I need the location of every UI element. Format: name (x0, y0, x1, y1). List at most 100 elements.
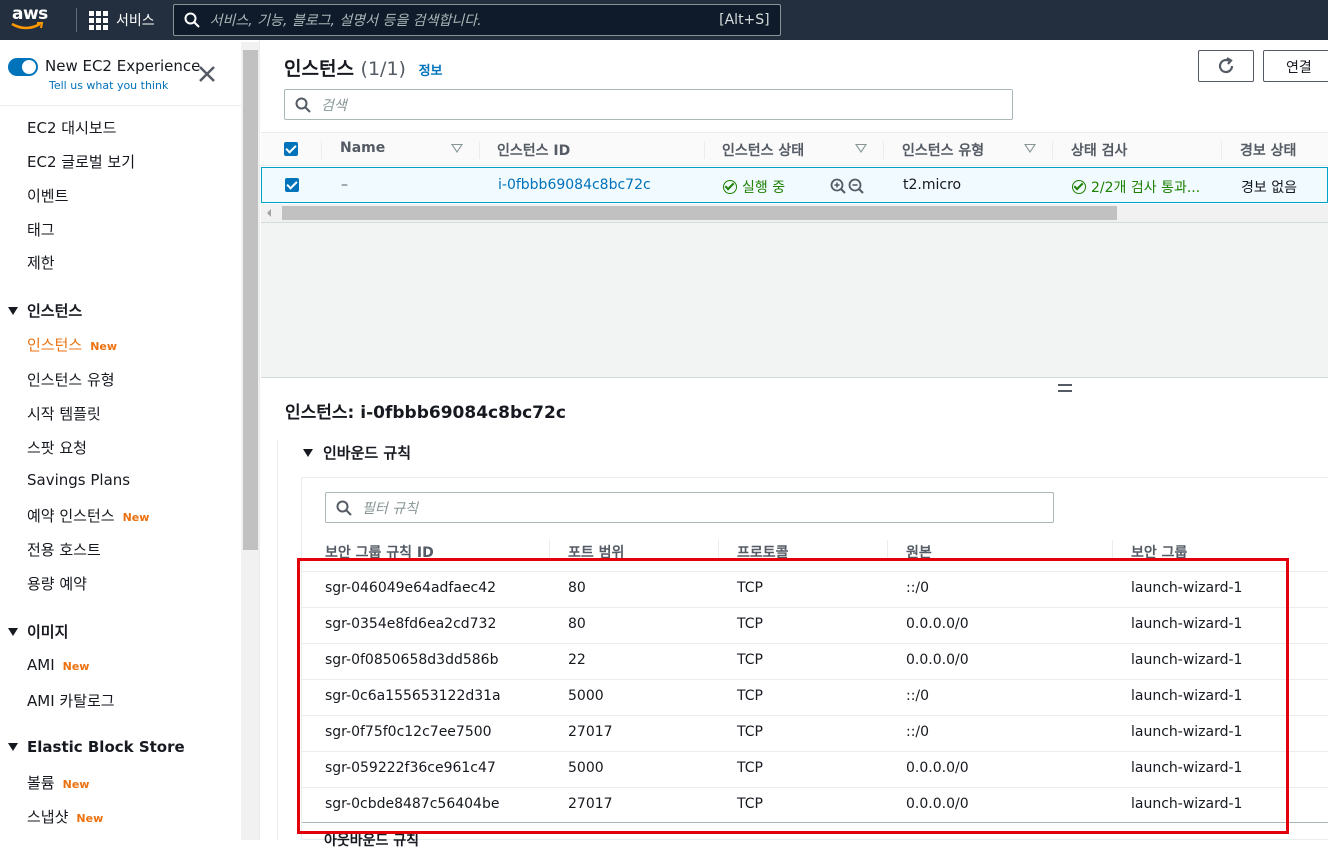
sidebar-item-events[interactable]: 이벤트 (27, 185, 68, 206)
sort-icon[interactable] (1024, 144, 1036, 153)
instance-id-link[interactable]: i-0fbbb69084c8bc72c (498, 177, 651, 193)
status-check-label: 2/2개 검사 통과... (1091, 180, 1201, 196)
sidebar: New EC2 Experience Tell us what you thin… (0, 40, 260, 840)
column-header-source[interactable]: 원본 (906, 542, 932, 562)
column-header-security-group[interactable]: 보안 그룹 (1131, 542, 1187, 562)
rule-id: sgr-0354e8fd6ea2cd732 (325, 616, 497, 632)
column-header-protocol[interactable]: 프로토콜 (737, 542, 789, 562)
protocol: TCP (737, 796, 763, 812)
port-range: 22 (568, 652, 586, 668)
row-checkbox[interactable] (285, 178, 299, 192)
sidebar-item-ami-catalog[interactable]: AMI 카탈로그 (27, 690, 115, 711)
new-experience-toggle[interactable] (8, 58, 38, 76)
instance-search-input[interactable]: 검색 (284, 89, 1013, 120)
resize-handle-icon[interactable] (1058, 384, 1072, 392)
topbar-divider (76, 8, 77, 32)
sidebar-item-instances[interactable]: 인스턴스 New (27, 334, 117, 355)
caret-down-icon (8, 627, 18, 636)
rule-id: sgr-0f75f0c12c7ee7500 (325, 724, 492, 740)
new-experience-panel: New EC2 Experience Tell us what you thin… (0, 40, 241, 106)
security-group: launch-wizard-1 (1131, 796, 1243, 812)
instance-state: 실행 중 (723, 177, 785, 197)
column-header-status-check[interactable]: 상태 검사 (1071, 140, 1127, 160)
sidebar-scrollbar[interactable] (241, 42, 259, 840)
aws-logo[interactable]: aws (10, 0, 68, 40)
new-badge: New (62, 660, 90, 673)
caret-down-icon (8, 306, 18, 315)
sidebar-item-limits[interactable]: 제한 (27, 252, 55, 273)
sidebar-item-launch-templates[interactable]: 시작 템플릿 (27, 403, 101, 424)
column-header-alarm[interactable]: 경보 상태 (1240, 140, 1296, 160)
port-range: 5000 (568, 688, 604, 704)
new-badge: New (90, 340, 118, 353)
global-search-input[interactable]: 서비스, 기능, 블로그, 설명서 등을 검색합니다. [Alt+S] (172, 4, 781, 36)
new-badge: New (62, 778, 90, 791)
column-header-state[interactable]: 인스턴스 상태 (722, 140, 804, 160)
filter-rules-input[interactable]: 필터 규칙 (325, 492, 1054, 523)
security-group: launch-wizard-1 (1131, 652, 1243, 668)
sidebar-section-instances[interactable]: 인스턴스 (8, 300, 82, 321)
success-icon (723, 180, 737, 194)
zoom-icons[interactable] (830, 178, 866, 194)
sidebar-item-volumes[interactable]: 볼륨 New (27, 772, 89, 793)
sidebar-item-label: AMI (27, 656, 55, 674)
source: 0.0.0.0/0 (906, 616, 969, 632)
services-menu-button[interactable]: 서비스 (89, 0, 165, 40)
scroll-left-icon[interactable] (267, 209, 271, 217)
sidebar-item-tags[interactable]: 태그 (27, 219, 55, 240)
sidebar-item-capacity-reservations[interactable]: 용량 예약 (27, 573, 87, 594)
scrollbar-thumb[interactable] (243, 50, 258, 550)
security-group: launch-wizard-1 (1131, 724, 1243, 740)
sidebar-item-global-view[interactable]: EC2 글로벌 보기 (27, 151, 135, 172)
sidebar-item-instance-types[interactable]: 인스턴스 유형 (27, 369, 115, 390)
security-group: launch-wizard-1 (1131, 580, 1243, 596)
alarm-status: 경보 없음 (1241, 180, 1297, 196)
rule-row: sgr-0354e8fd6ea2cd732 80 TCP 0.0.0.0/0 l… (302, 607, 1328, 643)
section-label: 인스턴스 (27, 302, 83, 320)
zoom-in-icon (830, 178, 846, 194)
column-header-instance-id[interactable]: 인스턴스 ID (497, 140, 570, 160)
search-icon (295, 97, 311, 113)
rule-row: sgr-0c6a155653122d31a 5000 TCP ::/0 laun… (302, 679, 1328, 715)
column-header-rule-id[interactable]: 보안 그룹 규칙 ID (325, 542, 434, 562)
sidebar-item-snapshots[interactable]: 스냅샷 New (27, 806, 103, 827)
rule-row: sgr-046049e64adfaec42 80 TCP ::/0 launch… (302, 571, 1328, 607)
success-icon (1072, 180, 1086, 194)
rule-id: sgr-0c6a155653122d31a (325, 688, 501, 704)
scrollbar-thumb[interactable] (282, 206, 1117, 220)
new-badge: New (122, 511, 150, 524)
sidebar-item-savings-plans[interactable]: Savings Plans (27, 471, 130, 489)
table-horizontal-scrollbar[interactable] (261, 204, 1328, 222)
info-link[interactable]: 정보 (419, 64, 443, 79)
protocol: TCP (737, 580, 763, 596)
section-label: 이미지 (27, 623, 69, 641)
instance-count: (1/1) (360, 58, 406, 80)
select-all-checkbox[interactable] (284, 142, 298, 156)
sort-icon[interactable] (451, 144, 463, 153)
inbound-rules-header[interactable]: 인바운드 규칙 (303, 442, 411, 463)
feedback-link[interactable]: Tell us what you think (49, 79, 168, 92)
close-icon[interactable] (197, 64, 217, 84)
table-row[interactable]: – i-0fbbb69084c8bc72c 실행 중 t2.micro 2/2개… (261, 167, 1328, 203)
column-header-port[interactable]: 포트 범위 (568, 542, 624, 562)
instance-name: – (341, 177, 348, 193)
connect-button[interactable]: 연결 (1263, 50, 1328, 82)
refresh-button[interactable] (1198, 50, 1254, 82)
sidebar-item-ec2-dashboard[interactable]: EC2 대시보드 (27, 117, 116, 138)
sidebar-item-spot-requests[interactable]: 스팟 요청 (27, 437, 87, 458)
port-range: 27017 (568, 796, 613, 812)
outbound-rules-header[interactable]: 아웃바운드 규칙 (324, 830, 419, 850)
column-header-type[interactable]: 인스턴스 유형 (902, 140, 984, 160)
status-check[interactable]: 2/2개 검사 통과... (1072, 177, 1200, 197)
sidebar-item-reserved-instances[interactable]: 예약 인스턴스 New (27, 505, 149, 526)
sort-icon[interactable] (855, 144, 867, 153)
sidebar-item-ami[interactable]: AMI New (27, 656, 89, 674)
source: ::/0 (906, 688, 930, 704)
sidebar-section-ebs[interactable]: Elastic Block Store (8, 738, 185, 756)
sidebar-item-dedicated-hosts[interactable]: 전용 호스트 (27, 539, 101, 560)
column-header-name[interactable]: Name (340, 140, 385, 156)
security-group: launch-wizard-1 (1131, 616, 1243, 632)
instance-type: t2.micro (903, 177, 962, 193)
page-title: 인스턴스 (1/1) 정보 (284, 54, 443, 81)
sidebar-section-images[interactable]: 이미지 (8, 621, 68, 642)
